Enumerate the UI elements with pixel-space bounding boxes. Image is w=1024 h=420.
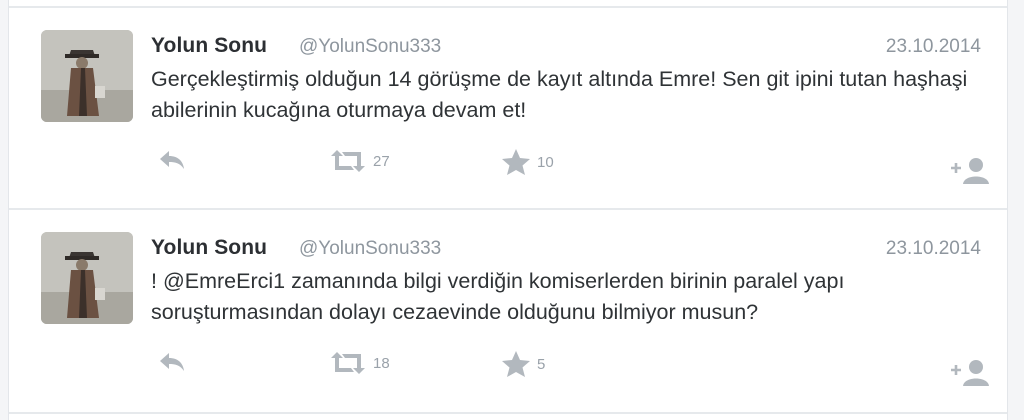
reply-icon xyxy=(160,151,184,169)
timeline: Yolun Sonu @YolunSonu333 23.10.2014 Gerç… xyxy=(8,0,1008,420)
author-handle[interactable]: @YolunSonu333 xyxy=(299,36,441,58)
tweet-2[interactable]: Yolun Sonu @YolunSonu333 23.10.2014 ! @E… xyxy=(9,210,1007,410)
follow-icon xyxy=(951,158,989,184)
favorite-button[interactable]: 5 xyxy=(501,350,545,378)
follow-icon xyxy=(951,360,989,386)
retweet-icon xyxy=(331,150,365,172)
retweet-count: 18 xyxy=(373,354,390,372)
avatar-image xyxy=(41,30,133,122)
avatar-image xyxy=(41,232,133,324)
favorite-count: 10 xyxy=(537,153,554,171)
star-icon xyxy=(502,351,530,377)
author-name[interactable]: Yolun Sonu xyxy=(151,236,267,260)
divider xyxy=(9,412,1007,414)
author-name[interactable]: Yolun Sonu xyxy=(151,34,267,58)
retweet-button[interactable]: 18 xyxy=(329,350,390,376)
tweet-text: Gerçekleştirmiş olduğun 14 görüşme de ka… xyxy=(151,67,968,122)
retweet-icon xyxy=(331,352,365,374)
tweet-date[interactable]: 23.10.2014 xyxy=(886,238,981,260)
reply-icon xyxy=(160,353,184,371)
tweet-date[interactable]: 23.10.2014 xyxy=(886,36,981,58)
tweet-text: ! @EmreErci1 zamanında bilgi verdiğin ko… xyxy=(151,269,845,324)
retweet-count: 27 xyxy=(373,152,390,170)
favorite-button[interactable]: 10 xyxy=(501,148,554,176)
favorite-count: 5 xyxy=(537,355,546,373)
avatar[interactable] xyxy=(41,232,133,324)
follow-button[interactable] xyxy=(949,356,993,386)
follow-button[interactable] xyxy=(949,154,993,184)
reply-button[interactable] xyxy=(157,148,187,172)
reply-button[interactable] xyxy=(157,350,187,374)
tweet-1[interactable]: Yolun Sonu @YolunSonu333 23.10.2014 Gerç… xyxy=(9,8,1007,208)
star-icon xyxy=(502,149,530,175)
author-handle[interactable]: @YolunSonu333 xyxy=(299,238,441,260)
retweet-button[interactable]: 27 xyxy=(329,148,390,174)
avatar[interactable] xyxy=(41,30,133,122)
